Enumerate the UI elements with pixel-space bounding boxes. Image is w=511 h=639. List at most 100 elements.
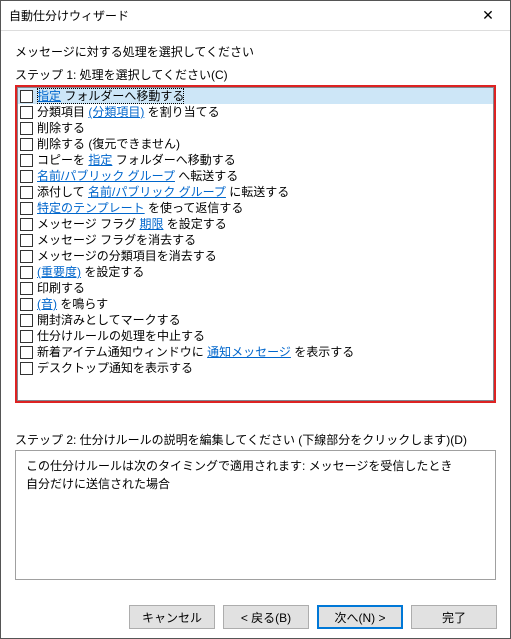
rule-checkbox[interactable]	[20, 90, 33, 103]
rule-checkbox[interactable]	[20, 362, 33, 375]
rule-text-part: 新着アイテム通知ウィンドウに	[37, 345, 207, 359]
rule-link[interactable]: 名前/パブリック グループ	[37, 169, 175, 183]
rule-text: コピーを 指定 フォルダーへ移動する	[37, 152, 236, 168]
rule-text: 名前/パブリック グループ へ転送する	[37, 168, 238, 184]
rule-text: デスクトップ通知を表示する	[37, 360, 193, 376]
rule-text: メッセージの分類項目を消去する	[37, 248, 217, 264]
rule-link[interactable]: (音)	[37, 297, 57, 311]
rule-checkbox[interactable]	[20, 250, 33, 263]
rule-row[interactable]: 削除する (復元できません)	[18, 136, 493, 152]
window-title: 自動仕分けウィザード	[9, 7, 466, 24]
rule-row[interactable]: デスクトップ通知を表示する	[18, 360, 493, 376]
rule-row[interactable]: 特定のテンプレート を使って返信する	[18, 200, 493, 216]
rule-row[interactable]: コピーを 指定 フォルダーへ移動する	[18, 152, 493, 168]
rule-checkbox[interactable]	[20, 186, 33, 199]
rule-checkbox[interactable]	[20, 154, 33, 167]
rule-text-part: を使って返信する	[145, 201, 244, 215]
rule-text: 新着アイテム通知ウィンドウに 通知メッセージ を表示する	[37, 344, 354, 360]
close-icon[interactable]: ✕	[466, 1, 510, 31]
rule-checkbox[interactable]	[20, 346, 33, 359]
rule-text-part: 削除する	[37, 121, 85, 135]
button-bar: キャンセル < 戻る(B) 次へ(N) > 完了	[129, 605, 497, 629]
rule-row[interactable]: (音) を鳴らす	[18, 296, 493, 312]
rule-text: (音) を鳴らす	[37, 296, 108, 312]
content-area: メッセージに対する処理を選択してください ステップ 1: 処理を選択してください…	[1, 31, 510, 580]
rule-text-part: へ転送する	[175, 169, 238, 183]
rule-text-part: フォルダーへ移動する	[61, 89, 184, 103]
rule-link[interactable]: 特定のテンプレート	[37, 201, 145, 215]
rule-row[interactable]: メッセージ フラグ 期限 を設定する	[18, 216, 493, 232]
rule-row[interactable]: 添付して 名前/パブリック グループ に転送する	[18, 184, 493, 200]
rule-text-part: を設定する	[163, 217, 226, 231]
rule-text-part: デスクトップ通知を表示する	[37, 361, 193, 375]
rule-text: 分類項目 (分類項目) を割り当てる	[37, 104, 220, 120]
description-line2: 自分だけに送信された場合	[26, 475, 485, 493]
rule-link[interactable]: 指定	[88, 153, 112, 167]
rule-checkbox[interactable]	[20, 298, 33, 311]
rule-link[interactable]: 名前/パブリック グループ	[88, 185, 226, 199]
rule-text: 削除する	[37, 120, 85, 136]
rule-checkbox[interactable]	[20, 234, 33, 247]
rule-row[interactable]: 削除する	[18, 120, 493, 136]
rule-row[interactable]: 新着アイテム通知ウィンドウに 通知メッセージ を表示する	[18, 344, 493, 360]
rule-row[interactable]: メッセージ フラグを消去する	[18, 232, 493, 248]
rule-text: 添付して 名前/パブリック グループ に転送する	[37, 184, 289, 200]
rule-checkbox[interactable]	[20, 330, 33, 343]
rules-list-highlight: 指定 フォルダーへ移動する分類項目 (分類項目) を割り当てる削除する削除する …	[15, 85, 496, 403]
rule-row[interactable]: 開封済みとしてマークする	[18, 312, 493, 328]
rule-link[interactable]: 指定	[37, 89, 61, 103]
rule-link[interactable]: (分類項目)	[88, 105, 144, 119]
rule-text-part: メッセージ フラグを消去する	[37, 233, 196, 247]
rule-checkbox[interactable]	[20, 170, 33, 183]
finish-button[interactable]: 完了	[411, 605, 497, 629]
rule-text: 特定のテンプレート を使って返信する	[37, 200, 243, 216]
rule-checkbox[interactable]	[20, 314, 33, 327]
rule-row[interactable]: 分類項目 (分類項目) を割り当てる	[18, 104, 493, 120]
rule-checkbox[interactable]	[20, 266, 33, 279]
rule-checkbox[interactable]	[20, 138, 33, 151]
rule-link[interactable]: (重要度)	[37, 265, 81, 279]
cancel-button[interactable]: キャンセル	[129, 605, 215, 629]
rule-text-part: を鳴らす	[57, 297, 108, 311]
description-box[interactable]: この仕分けルールは次のタイミングで適用されます: メッセージを受信したとき 自分…	[15, 450, 496, 580]
rule-checkbox[interactable]	[20, 202, 33, 215]
rule-text-part: 仕分けルールの処理を中止する	[37, 329, 205, 343]
step1-label: ステップ 1: 処理を選択してください(C)	[15, 66, 496, 83]
rule-row[interactable]: 名前/パブリック グループ へ転送する	[18, 168, 493, 184]
rule-text: 開封済みとしてマークする	[37, 312, 181, 328]
rule-text-part: 開封済みとしてマークする	[37, 313, 181, 327]
rule-text-part: 削除する (復元できません)	[37, 137, 180, 151]
rule-text: (重要度) を設定する	[37, 264, 144, 280]
step2-label: ステップ 2: 仕分けルールの説明を編集してください (下線部分をクリックします…	[15, 431, 496, 448]
rule-text-part: を設定する	[81, 265, 144, 279]
description-line1: この仕分けルールは次のタイミングで適用されます: メッセージを受信したとき	[26, 457, 485, 475]
rule-link[interactable]: 期限	[139, 217, 163, 231]
rule-text-part: を割り当てる	[144, 105, 219, 119]
rule-checkbox[interactable]	[20, 106, 33, 119]
rule-text: メッセージ フラグ 期限 を設定する	[37, 216, 227, 232]
rule-row[interactable]: 指定 フォルダーへ移動する	[18, 88, 493, 104]
rule-row[interactable]: メッセージの分類項目を消去する	[18, 248, 493, 264]
rule-text-part: 分類項目	[37, 105, 88, 119]
rule-row[interactable]: 仕分けルールの処理を中止する	[18, 328, 493, 344]
rule-text: 印刷する	[37, 280, 85, 296]
rule-row[interactable]: (重要度) を設定する	[18, 264, 493, 280]
rule-text-part: コピーを	[37, 153, 88, 167]
next-button[interactable]: 次へ(N) >	[317, 605, 403, 629]
rule-row[interactable]: 印刷する	[18, 280, 493, 296]
rule-text: 仕分けルールの処理を中止する	[37, 328, 205, 344]
rule-text: 指定 フォルダーへ移動する	[37, 88, 184, 104]
step2-area: ステップ 2: 仕分けルールの説明を編集してください (下線部分をクリックします…	[15, 431, 496, 580]
rule-text-part: メッセージの分類項目を消去する	[37, 249, 217, 263]
rules-list[interactable]: 指定 フォルダーへ移動する分類項目 (分類項目) を割り当てる削除する削除する …	[17, 87, 494, 401]
rule-checkbox[interactable]	[20, 122, 33, 135]
rule-checkbox[interactable]	[20, 282, 33, 295]
rule-text-part: を表示する	[291, 345, 354, 359]
rule-text: メッセージ フラグを消去する	[37, 232, 196, 248]
back-button[interactable]: < 戻る(B)	[223, 605, 309, 629]
rule-text: 削除する (復元できません)	[37, 136, 180, 152]
titlebar: 自動仕分けウィザード ✕	[1, 1, 510, 31]
rule-text-part: 印刷する	[37, 281, 85, 295]
rule-checkbox[interactable]	[20, 218, 33, 231]
rule-link[interactable]: 通知メッセージ	[207, 345, 291, 359]
